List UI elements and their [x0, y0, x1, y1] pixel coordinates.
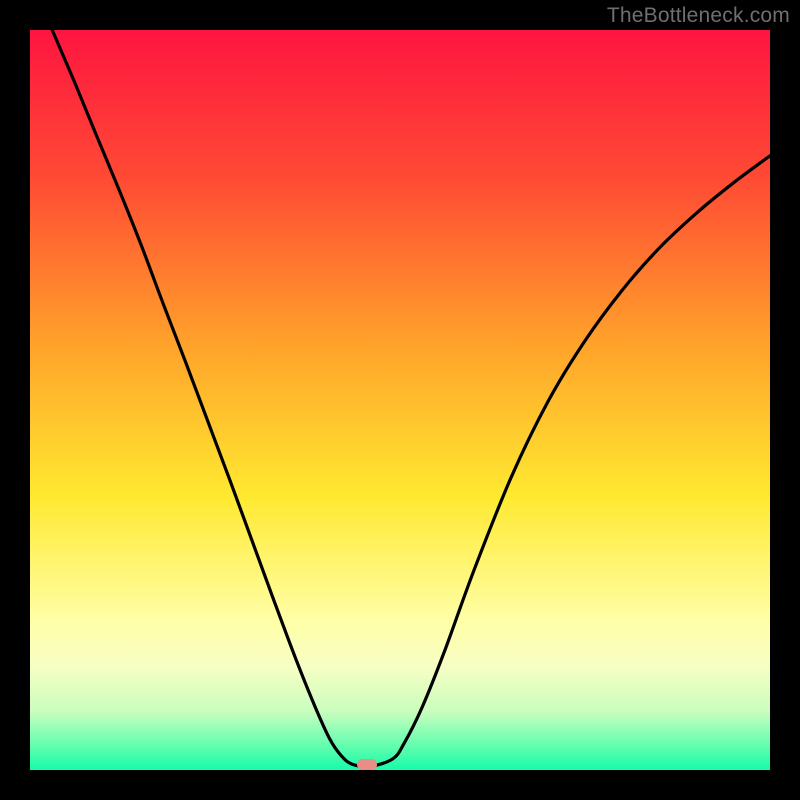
watermark-text: TheBottleneck.com: [607, 4, 790, 28]
chart-frame: TheBottleneck.com: [0, 0, 800, 800]
bottleneck-curve: [30, 30, 770, 767]
minimum-marker: [357, 759, 377, 770]
curve-svg: [30, 30, 770, 770]
plot-area: [30, 30, 770, 770]
